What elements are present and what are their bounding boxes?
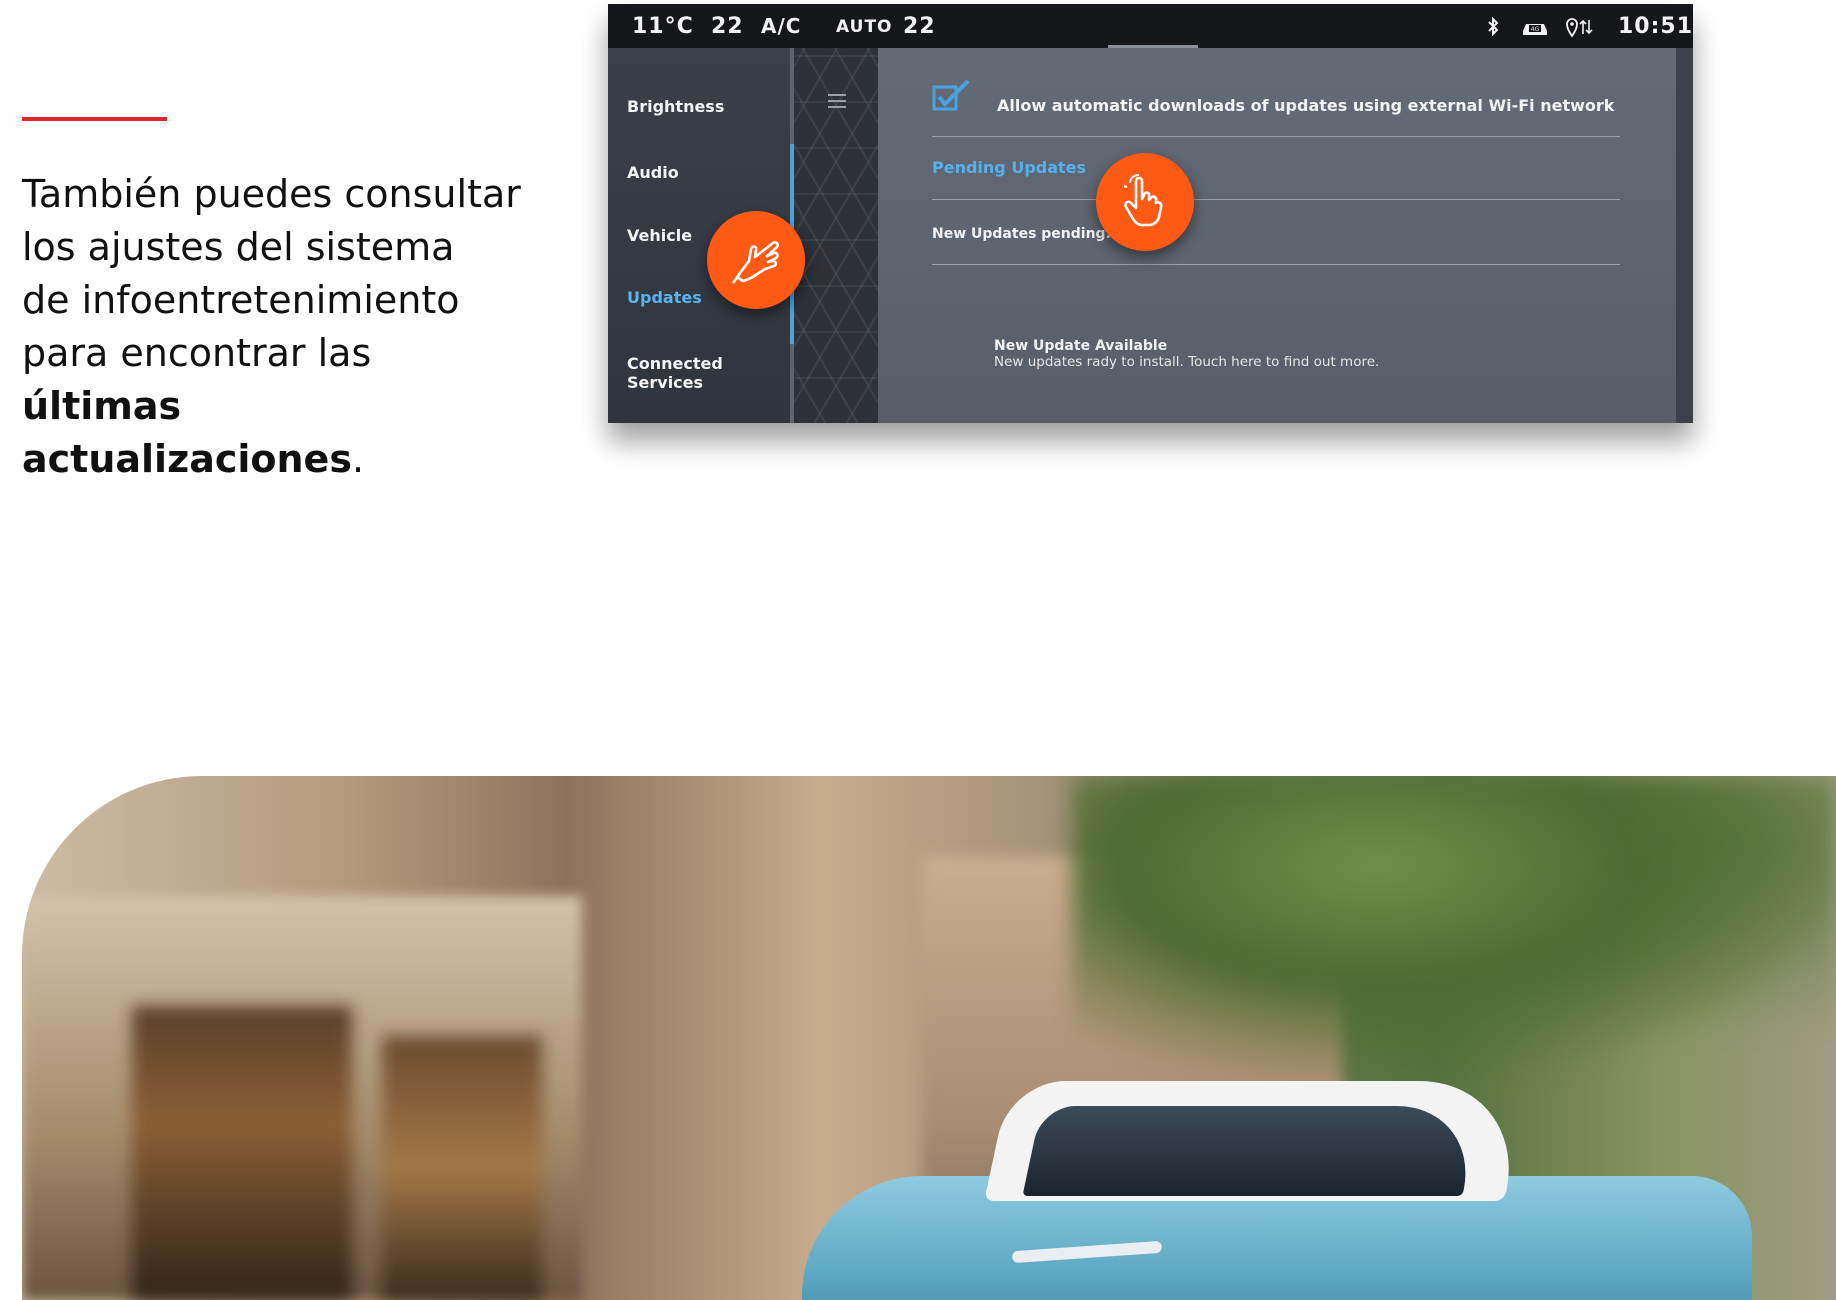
infotainment-screen: 11°C 22 A/C AUTO 22 4G 10:51 Brightness … <box>608 4 1693 423</box>
sidebar-item-audio[interactable]: Audio <box>627 163 679 182</box>
left-zone-temperature[interactable]: 22 <box>711 14 744 39</box>
bluetooth-icon <box>1488 16 1499 37</box>
svg-text:4G: 4G <box>1531 26 1540 33</box>
intro-line-3: de infoentretenimiento <box>22 278 460 322</box>
screen-right-edge <box>1676 48 1693 423</box>
wifi-download-checkbox[interactable] <box>932 79 972 113</box>
intro-bold-ultimas: últimas <box>22 384 182 428</box>
shop-window <box>132 1006 352 1300</box>
divider <box>932 136 1620 137</box>
accent-line <box>22 117 167 121</box>
pending-updates-heading[interactable]: Pending Updates <box>932 158 1086 177</box>
pointing-hand-icon <box>731 241 779 284</box>
update-notification-text[interactable]: New updates rady to install. Touch here … <box>994 354 1379 370</box>
update-notification-title[interactable]: New Update Available <box>994 338 1167 354</box>
clock: 10:51 <box>1618 14 1693 39</box>
outside-temperature: 11°C <box>632 14 694 39</box>
right-zone-temperature[interactable]: 22 <box>903 14 936 39</box>
tapping-hand-icon <box>1123 174 1163 227</box>
intro-period: . <box>351 437 365 481</box>
sidebar-item-connected-services[interactable]: Connected Services <box>627 354 790 392</box>
shop-window <box>382 1036 542 1300</box>
intro-line-1: También puedes consultar <box>22 172 521 216</box>
sidebar-item-brightness[interactable]: Brightness <box>627 97 724 116</box>
wifi-download-label[interactable]: Allow automatic downloads of updates usi… <box>997 96 1614 115</box>
intro-line-2: los ajustes del sistema <box>22 225 455 269</box>
intro-paragraph: También puedes consultar los ajustes del… <box>22 168 542 486</box>
updates-panel: Allow automatic downloads of updates usi… <box>878 48 1676 423</box>
touch-hint-updates <box>707 211 805 309</box>
status-bar: 11°C 22 A/C AUTO 22 4G 10:51 <box>608 4 1693 48</box>
sidebar-item-updates[interactable]: Updates <box>627 288 702 307</box>
touch-hint-pending <box>1096 153 1194 251</box>
pending-updates-status: New Updates pending. <box>932 226 1111 242</box>
4g-car-icon: 4G <box>1523 24 1547 35</box>
location-data-icon <box>1566 18 1593 38</box>
intro-bold-actualizaciones: actualizaciones <box>22 437 352 481</box>
auto-climate-button[interactable]: AUTO <box>836 17 893 37</box>
divider <box>932 199 1620 200</box>
trees <box>1072 776 1836 1076</box>
intro-line-4: para encontrar las <box>22 331 372 375</box>
car-photo <box>22 776 1836 1300</box>
sidebar-item-vehicle[interactable]: Vehicle <box>627 226 692 245</box>
divider <box>932 264 1620 265</box>
ac-button[interactable]: A/C <box>761 14 801 38</box>
car-window <box>1022 1106 1482 1196</box>
menu-icon[interactable] <box>828 94 846 108</box>
